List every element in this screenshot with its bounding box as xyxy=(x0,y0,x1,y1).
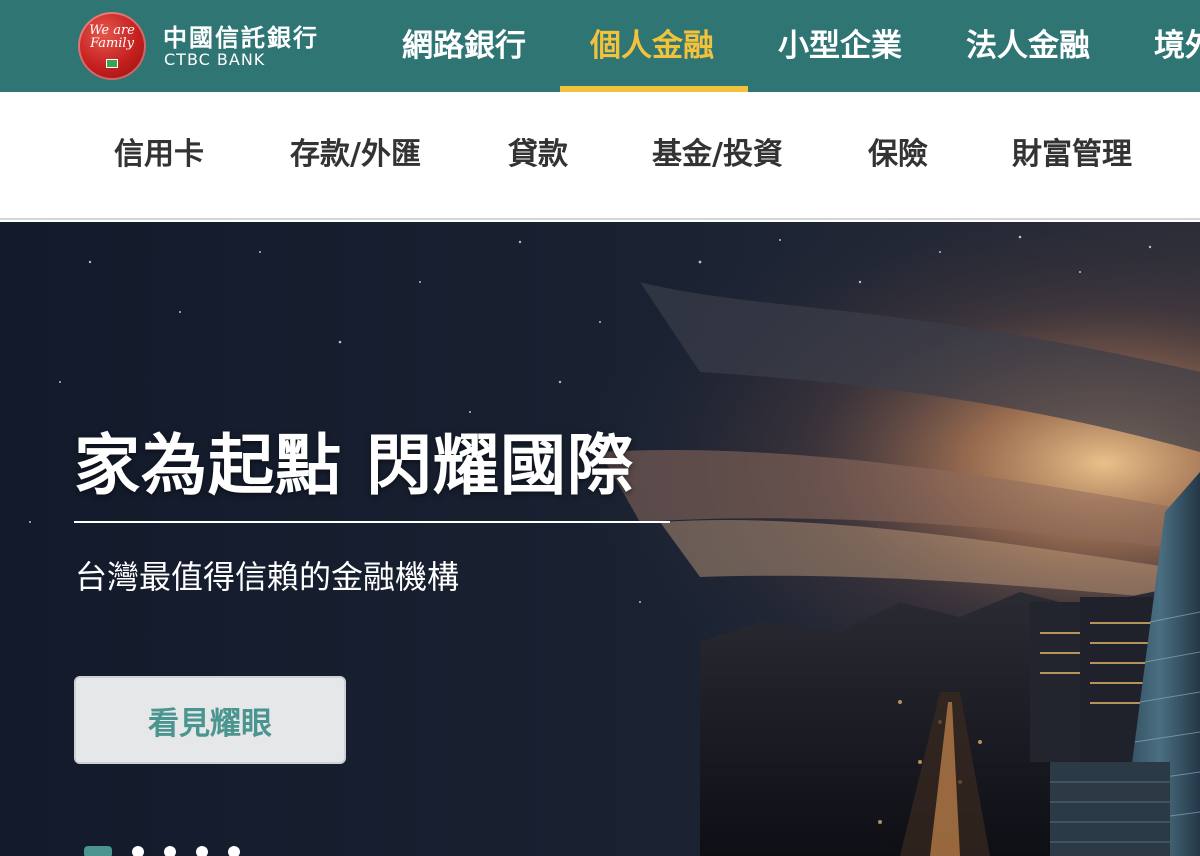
sub-nav-wealth-management[interactable]: 財富管理 xyxy=(1012,92,1132,218)
main-nav-offshore[interactable]: 境外 xyxy=(1154,0,1200,92)
main-nav-small-business[interactable]: 小型企業 xyxy=(778,0,902,92)
hero-title: 家為起點 閃耀國際 xyxy=(74,427,634,504)
sub-nav-insurance[interactable]: 保險 xyxy=(868,92,928,218)
hero-banner[interactable]: 家為起點 閃耀國際 台灣最值得信賴的金融機構 看見耀眼 xyxy=(0,222,1200,856)
carousel-dot-3[interactable] xyxy=(164,846,176,856)
carousel-dot-4[interactable] xyxy=(196,846,208,856)
ctbc-logo-badge[interactable]: We are Family xyxy=(78,12,146,80)
carousel-dot-5[interactable] xyxy=(228,846,240,856)
sub-nav: 信用卡 存款/外匯 貸款 基金/投資 保險 財富管理 xyxy=(0,92,1200,220)
hero-cta-button[interactable]: 看見耀眼 xyxy=(74,676,346,764)
carousel-dot-2[interactable] xyxy=(132,846,144,856)
main-nav-personal-banking[interactable]: 個人金融 xyxy=(590,0,714,92)
brand-name-english[interactable]: CTBC BANK xyxy=(164,50,265,69)
top-bar: We are Family 中國信託銀行 CTBC BANK 網路銀行 個人金融… xyxy=(0,0,1200,92)
sub-nav-loans[interactable]: 貸款 xyxy=(508,92,568,218)
logo-script-text: We are Family xyxy=(89,23,135,51)
sub-nav-deposit-forex[interactable]: 存款/外匯 xyxy=(290,92,421,218)
logo-mark-icon xyxy=(106,59,118,68)
hero-subtitle: 台灣最值得信賴的金融機構 xyxy=(75,558,460,596)
main-nav-online-banking[interactable]: 網路銀行 xyxy=(402,0,526,92)
sub-nav-funds-investment[interactable]: 基金/投資 xyxy=(652,92,783,218)
hero-divider xyxy=(74,521,670,523)
main-nav-corporate-banking[interactable]: 法人金融 xyxy=(966,0,1090,92)
sub-nav-credit-card[interactable]: 信用卡 xyxy=(114,92,204,218)
carousel-dot-1[interactable] xyxy=(84,846,112,856)
brand-name-chinese[interactable]: 中國信託銀行 xyxy=(163,18,319,53)
